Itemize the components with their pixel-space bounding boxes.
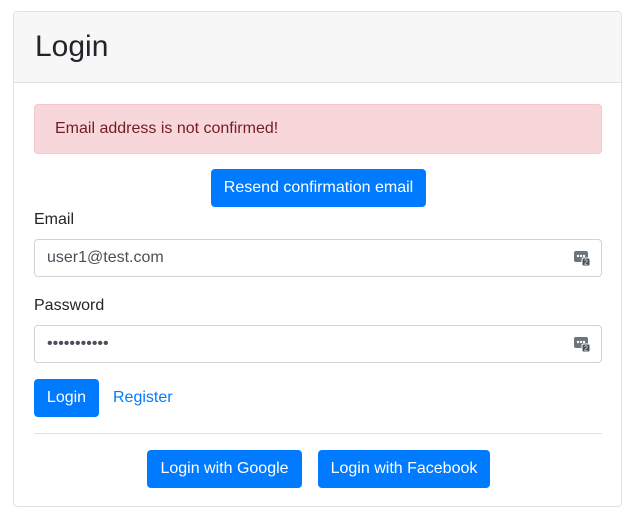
- svg-text:2: 2: [584, 346, 588, 353]
- card-header: Login: [14, 12, 621, 83]
- email-field-wrapper: 2: [34, 239, 602, 277]
- resend-confirmation-button[interactable]: Resend confirmation email: [211, 169, 426, 207]
- error-alert: Email address is not confirmed!: [34, 104, 602, 154]
- password-manager-icon[interactable]: 2: [573, 335, 591, 353]
- login-with-facebook-button[interactable]: Login with Facebook: [318, 450, 490, 488]
- password-field-wrapper: 2: [34, 325, 602, 363]
- alert-message: Email address is not confirmed!: [55, 120, 279, 137]
- password-label: Password: [34, 297, 105, 314]
- password-field[interactable]: [35, 326, 555, 362]
- page-title: Login: [35, 30, 109, 63]
- login-button[interactable]: Login: [34, 379, 99, 417]
- register-link[interactable]: Register: [113, 389, 173, 407]
- email-field[interactable]: [35, 240, 555, 276]
- login-with-google-button[interactable]: Login with Google: [147, 450, 302, 488]
- svg-text:2: 2: [584, 260, 588, 267]
- divider: [34, 433, 602, 434]
- login-card: Login Email address is not confirmed! Re…: [13, 11, 622, 507]
- password-manager-icon[interactable]: 2: [573, 249, 591, 267]
- email-label: Email: [34, 211, 75, 228]
